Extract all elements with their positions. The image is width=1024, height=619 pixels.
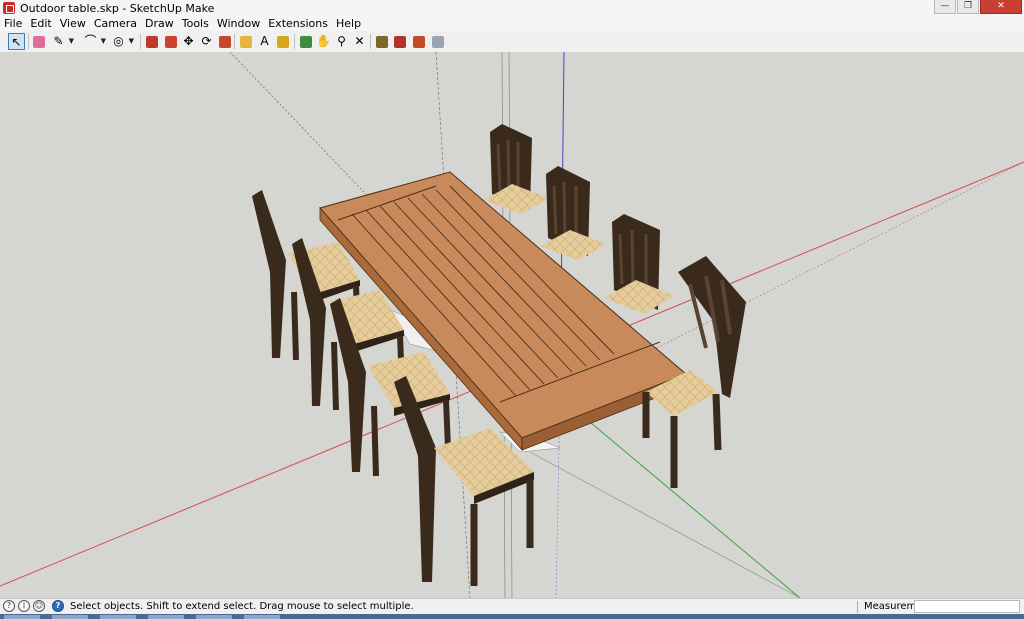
measurements-divider	[857, 601, 858, 613]
shapes-icon: ◎	[113, 34, 124, 48]
taskbar-item[interactable]	[52, 615, 88, 619]
menu-help[interactable]: Help	[332, 16, 365, 31]
toolbar-separator	[140, 34, 141, 49]
cursor-arrow-icon: ↖	[11, 35, 22, 49]
pencil-icon: ✎	[53, 34, 64, 48]
status-bar: ? i ☺ ? Select objects. Shift to extend …	[0, 598, 1024, 615]
taskbar-item[interactable]	[196, 615, 232, 619]
layout-tool[interactable]	[429, 33, 446, 50]
text-tool[interactable]: A	[256, 33, 273, 50]
green-axis-line	[559, 396, 801, 598]
model-canvas[interactable]	[0, 52, 1024, 598]
title-bar: Outdoor table.skp - SketchUp Make — ❐ ✕	[0, 0, 1024, 17]
window-controls: — ❐ ✕	[933, 0, 1022, 15]
taskbar-item[interactable]	[244, 615, 280, 619]
menu-window[interactable]: Window	[213, 16, 264, 31]
model-viewport[interactable]	[0, 52, 1024, 598]
chair[interactable]	[604, 214, 674, 314]
rotate-icon: ⟳	[201, 34, 212, 48]
close-button[interactable]: ✕	[980, 0, 1022, 14]
guide-line	[529, 451, 801, 598]
zoom-extents-icon: ✕	[354, 34, 365, 48]
scale-tool[interactable]	[216, 33, 233, 50]
warehouse-tool[interactable]	[373, 33, 390, 50]
eraser-tool[interactable]	[30, 33, 47, 50]
dropdown-arrow-icon[interactable]: ▼	[69, 33, 74, 50]
zoom-extents-tool[interactable]: ✕	[351, 33, 368, 50]
select-tool[interactable]: ↖	[8, 33, 25, 50]
text-icon: A	[260, 34, 269, 48]
toolbar-separator	[234, 34, 235, 49]
line-tool[interactable]: ✎ ▼	[50, 33, 74, 50]
pan-tool[interactable]: ✋	[315, 33, 332, 50]
user-account-icon[interactable]: ☺	[33, 600, 45, 612]
chair[interactable]	[540, 166, 606, 260]
instructor-help-icon[interactable]: ?	[52, 600, 64, 612]
taskbar	[0, 614, 1024, 619]
zoom-magnifier-icon: ⚲	[337, 34, 346, 48]
dropdown-arrow-icon[interactable]: ▼	[101, 33, 106, 50]
arc-icon: ⌒	[84, 34, 97, 48]
tape-measure-tool[interactable]	[237, 33, 254, 50]
minimize-button[interactable]: —	[934, 0, 956, 14]
push-pull-icon	[145, 35, 158, 48]
eraser-icon	[32, 35, 45, 48]
rotate-tool[interactable]: ⟳	[198, 33, 215, 50]
offset-icon	[164, 35, 177, 48]
shapes-tool[interactable]: ◎ ▼	[110, 33, 134, 50]
taskbar-item[interactable]	[148, 615, 184, 619]
zoom-tool[interactable]: ⚲	[333, 33, 350, 50]
arc-tool[interactable]: ⌒ ▼	[82, 33, 106, 50]
extension-warehouse-icon	[393, 35, 406, 48]
measurements-input[interactable]	[914, 600, 1020, 613]
share-model-tool[interactable]	[410, 33, 427, 50]
menu-bar: File Edit View Camera Draw Tools Window …	[0, 16, 1024, 31]
window-title: Outdoor table.skp - SketchUp Make	[20, 2, 215, 15]
menu-camera[interactable]: Camera	[90, 16, 141, 31]
maximize-button[interactable]: ❐	[957, 0, 979, 14]
orbit-tool[interactable]	[297, 33, 314, 50]
paint-bucket-icon	[276, 35, 289, 48]
menu-edit[interactable]: Edit	[26, 16, 55, 31]
credits-icon[interactable]: i	[18, 600, 30, 612]
main-toolbar: ↖ ✎ ▼ ⌒ ▼ ◎ ▼ ✥ ⟳ A ✋ ⚲ ✕	[0, 31, 1024, 53]
toolbar-separator	[294, 34, 295, 49]
paint-bucket-tool[interactable]	[274, 33, 291, 50]
toolbar-separator	[28, 34, 29, 49]
share-model-icon	[412, 35, 425, 48]
geo-location-icon[interactable]: ?	[3, 600, 15, 612]
send-to-layout-icon	[431, 35, 444, 48]
menu-view[interactable]: View	[56, 16, 90, 31]
tape-measure-icon	[239, 35, 252, 48]
chair[interactable]	[484, 124, 548, 214]
orbit-icon	[299, 35, 312, 48]
menu-tools[interactable]: Tools	[178, 16, 213, 31]
menu-file[interactable]: File	[0, 16, 26, 31]
scale-icon	[218, 35, 231, 48]
move-tool[interactable]: ✥	[180, 33, 197, 50]
menu-draw[interactable]: Draw	[141, 16, 178, 31]
pan-hand-icon: ✋	[316, 34, 331, 48]
extension-warehouse-tool[interactable]	[391, 33, 408, 50]
status-message: Select objects. Shift to extend select. …	[70, 601, 414, 612]
push-pull-tool[interactable]	[143, 33, 160, 50]
toolbar-separator	[370, 34, 371, 49]
3d-warehouse-icon	[375, 35, 388, 48]
taskbar-item[interactable]	[4, 615, 40, 619]
sketchup-app-icon[interactable]	[3, 2, 15, 14]
menu-extensions[interactable]: Extensions	[264, 16, 332, 31]
taskbar-item[interactable]	[100, 615, 136, 619]
offset-tool[interactable]	[162, 33, 179, 50]
move-icon: ✥	[183, 34, 194, 48]
dropdown-arrow-icon[interactable]: ▼	[129, 33, 134, 50]
